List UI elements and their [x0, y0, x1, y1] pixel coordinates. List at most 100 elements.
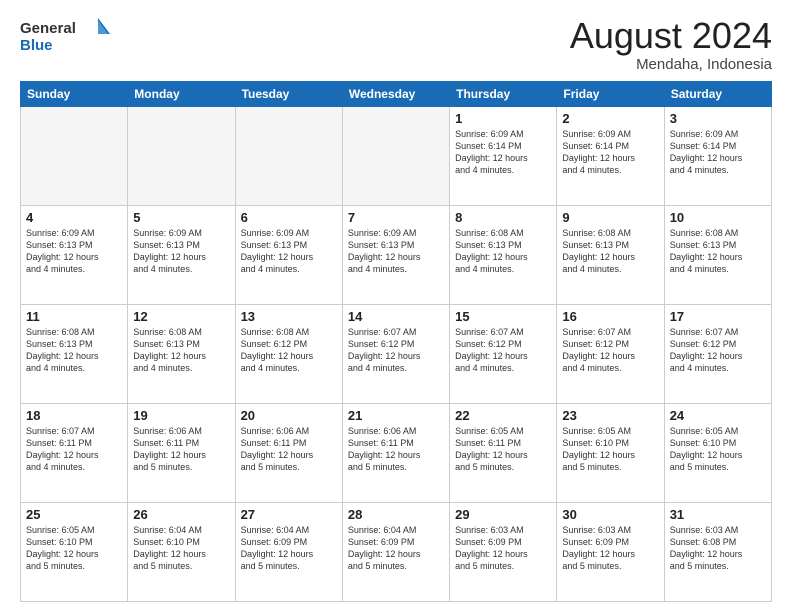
calendar-cell: 23 Sunrise: 6:05 AM Sunset: 6:10 PM Dayli… [557, 403, 664, 502]
cell-sun-info: Sunrise: 6:09 AM Sunset: 6:13 PM Dayligh… [348, 227, 444, 276]
calendar-cell: 3 Sunrise: 6:09 AM Sunset: 6:14 PM Daylig… [664, 106, 771, 205]
calendar-cell: 15 Sunrise: 6:07 AM Sunset: 6:12 PM Dayli… [450, 304, 557, 403]
weekday-header-wednesday: Wednesday [342, 81, 449, 106]
day-number: 15 [455, 309, 551, 324]
weekday-header-saturday: Saturday [664, 81, 771, 106]
calendar-cell: 18Sunrise: 6:07 AM Sunset: 6:11 PM Dayli… [21, 403, 128, 502]
cell-sun-info: Sunrise: 6:05 AM Sunset: 6:10 PM Dayligh… [562, 425, 658, 474]
day-number: 10 [670, 210, 766, 225]
calendar-cell: 20 Sunrise: 6:06 AM Sunset: 6:11 PM Dayli… [235, 403, 342, 502]
svg-text:General: General [20, 20, 76, 37]
calendar-cell [21, 106, 128, 205]
day-number: 3 [670, 111, 766, 126]
calendar-cell [128, 106, 235, 205]
calendar-week-3: 11Sunrise: 6:08 AM Sunset: 6:13 PM Dayli… [21, 304, 772, 403]
calendar-cell: 1 Sunrise: 6:09 AM Sunset: 6:14 PM Daylig… [450, 106, 557, 205]
cell-sun-info: Sunrise: 6:04 AM Sunset: 6:09 PM Dayligh… [348, 524, 444, 573]
calendar-cell: 8Sunrise: 6:08 AM Sunset: 6:13 PM Daylig… [450, 205, 557, 304]
calendar-week-4: 18Sunrise: 6:07 AM Sunset: 6:11 PM Dayli… [21, 403, 772, 502]
cell-sun-info: Sunrise: 6:08 AM Sunset: 6:13 PM Dayligh… [455, 227, 551, 276]
calendar-cell: 4 Sunrise: 6:09 AM Sunset: 6:13 PM Daylig… [21, 205, 128, 304]
cell-sun-info: Sunrise: 6:03 AM Sunset: 6:08 PM Dayligh… [670, 524, 766, 573]
calendar-cell: 19 Sunrise: 6:06 AM Sunset: 6:11 PM Dayli… [128, 403, 235, 502]
day-number: 7 [348, 210, 444, 225]
day-number: 25 [26, 507, 122, 522]
calendar-cell: 6 Sunrise: 6:09 AM Sunset: 6:13 PM Daylig… [235, 205, 342, 304]
day-number: 20 [241, 408, 337, 423]
calendar-cell: 29 Sunrise: 6:03 AM Sunset: 6:09 PM Dayli… [450, 502, 557, 601]
calendar-cell [235, 106, 342, 205]
location: Mendaha, Indonesia [570, 56, 772, 73]
cell-sun-info: Sunrise: 6:09 AM Sunset: 6:14 PM Dayligh… [670, 128, 766, 177]
day-number: 6 [241, 210, 337, 225]
calendar-cell: 11Sunrise: 6:08 AM Sunset: 6:13 PM Dayli… [21, 304, 128, 403]
calendar-cell: 28 Sunrise: 6:04 AM Sunset: 6:09 PM Dayli… [342, 502, 449, 601]
weekday-header-row: SundayMondayTuesdayWednesdayThursdayFrid… [21, 81, 772, 106]
weekday-header-monday: Monday [128, 81, 235, 106]
svg-text:Blue: Blue [20, 37, 53, 54]
calendar-cell: 10 Sunrise: 6:08 AM Sunset: 6:13 PM Dayli… [664, 205, 771, 304]
cell-sun-info: Sunrise: 6:09 AM Sunset: 6:14 PM Dayligh… [455, 128, 551, 177]
calendar-cell: 2Sunrise: 6:09 AM Sunset: 6:14 PM Daylig… [557, 106, 664, 205]
calendar-cell: 21Sunrise: 6:06 AM Sunset: 6:11 PM Dayli… [342, 403, 449, 502]
cell-sun-info: Sunrise: 6:05 AM Sunset: 6:10 PM Dayligh… [670, 425, 766, 474]
calendar-cell: 26Sunrise: 6:04 AM Sunset: 6:10 PM Dayli… [128, 502, 235, 601]
day-number: 16 [562, 309, 658, 324]
weekday-header-friday: Friday [557, 81, 664, 106]
month-title: August 2024 [570, 16, 772, 56]
calendar-cell: 5 Sunrise: 6:09 AM Sunset: 6:13 PM Daylig… [128, 205, 235, 304]
cell-sun-info: Sunrise: 6:07 AM Sunset: 6:11 PM Dayligh… [26, 425, 122, 474]
calendar-cell: 13 Sunrise: 6:08 AM Sunset: 6:12 PM Dayli… [235, 304, 342, 403]
calendar-week-5: 25 Sunrise: 6:05 AM Sunset: 6:10 PM Dayli… [21, 502, 772, 601]
weekday-header-sunday: Sunday [21, 81, 128, 106]
cell-sun-info: Sunrise: 6:06 AM Sunset: 6:11 PM Dayligh… [133, 425, 229, 474]
cell-sun-info: Sunrise: 6:08 AM Sunset: 6:13 PM Dayligh… [133, 326, 229, 375]
cell-sun-info: Sunrise: 6:08 AM Sunset: 6:13 PM Dayligh… [670, 227, 766, 276]
calendar-cell: 30Sunrise: 6:03 AM Sunset: 6:09 PM Dayli… [557, 502, 664, 601]
day-number: 12 [133, 309, 229, 324]
calendar-cell: 7 Sunrise: 6:09 AM Sunset: 6:13 PM Daylig… [342, 205, 449, 304]
day-number: 4 [26, 210, 122, 225]
calendar-cell: 22Sunrise: 6:05 AM Sunset: 6:11 PM Dayli… [450, 403, 557, 502]
calendar-cell: 14 Sunrise: 6:07 AM Sunset: 6:12 PM Dayli… [342, 304, 449, 403]
calendar-table: SundayMondayTuesdayWednesdayThursdayFrid… [20, 81, 772, 602]
logo: General Blue [20, 16, 110, 54]
cell-sun-info: Sunrise: 6:08 AM Sunset: 6:12 PM Dayligh… [241, 326, 337, 375]
day-number: 26 [133, 507, 229, 522]
calendar-cell: 31 Sunrise: 6:03 AM Sunset: 6:08 PM Dayli… [664, 502, 771, 601]
day-number: 23 [562, 408, 658, 423]
generalblue-logo-icon: General Blue [20, 16, 110, 54]
cell-sun-info: Sunrise: 6:06 AM Sunset: 6:11 PM Dayligh… [241, 425, 337, 474]
cell-sun-info: Sunrise: 6:05 AM Sunset: 6:10 PM Dayligh… [26, 524, 122, 573]
day-number: 2 [562, 111, 658, 126]
calendar-cell: 24 Sunrise: 6:05 AM Sunset: 6:10 PM Dayli… [664, 403, 771, 502]
day-number: 19 [133, 408, 229, 423]
day-number: 14 [348, 309, 444, 324]
cell-sun-info: Sunrise: 6:09 AM Sunset: 6:13 PM Dayligh… [241, 227, 337, 276]
cell-sun-info: Sunrise: 6:09 AM Sunset: 6:13 PM Dayligh… [26, 227, 122, 276]
cell-sun-info: Sunrise: 6:07 AM Sunset: 6:12 PM Dayligh… [455, 326, 551, 375]
day-number: 21 [348, 408, 444, 423]
day-number: 1 [455, 111, 551, 126]
day-number: 31 [670, 507, 766, 522]
day-number: 24 [670, 408, 766, 423]
day-number: 30 [562, 507, 658, 522]
weekday-header-tuesday: Tuesday [235, 81, 342, 106]
calendar-cell: 12 Sunrise: 6:08 AM Sunset: 6:13 PM Dayli… [128, 304, 235, 403]
day-number: 28 [348, 507, 444, 522]
day-number: 17 [670, 309, 766, 324]
calendar-cell: 17 Sunrise: 6:07 AM Sunset: 6:12 PM Dayli… [664, 304, 771, 403]
day-number: 29 [455, 507, 551, 522]
cell-sun-info: Sunrise: 6:07 AM Sunset: 6:12 PM Dayligh… [670, 326, 766, 375]
cell-sun-info: Sunrise: 6:07 AM Sunset: 6:12 PM Dayligh… [348, 326, 444, 375]
calendar-week-2: 4 Sunrise: 6:09 AM Sunset: 6:13 PM Daylig… [21, 205, 772, 304]
day-number: 13 [241, 309, 337, 324]
header: General Blue August 2024 Mendaha, Indone… [20, 16, 772, 73]
cell-sun-info: Sunrise: 6:08 AM Sunset: 6:13 PM Dayligh… [26, 326, 122, 375]
day-number: 5 [133, 210, 229, 225]
calendar-cell: 27Sunrise: 6:04 AM Sunset: 6:09 PM Dayli… [235, 502, 342, 601]
day-number: 27 [241, 507, 337, 522]
cell-sun-info: Sunrise: 6:09 AM Sunset: 6:13 PM Dayligh… [133, 227, 229, 276]
day-number: 22 [455, 408, 551, 423]
cell-sun-info: Sunrise: 6:03 AM Sunset: 6:09 PM Dayligh… [455, 524, 551, 573]
